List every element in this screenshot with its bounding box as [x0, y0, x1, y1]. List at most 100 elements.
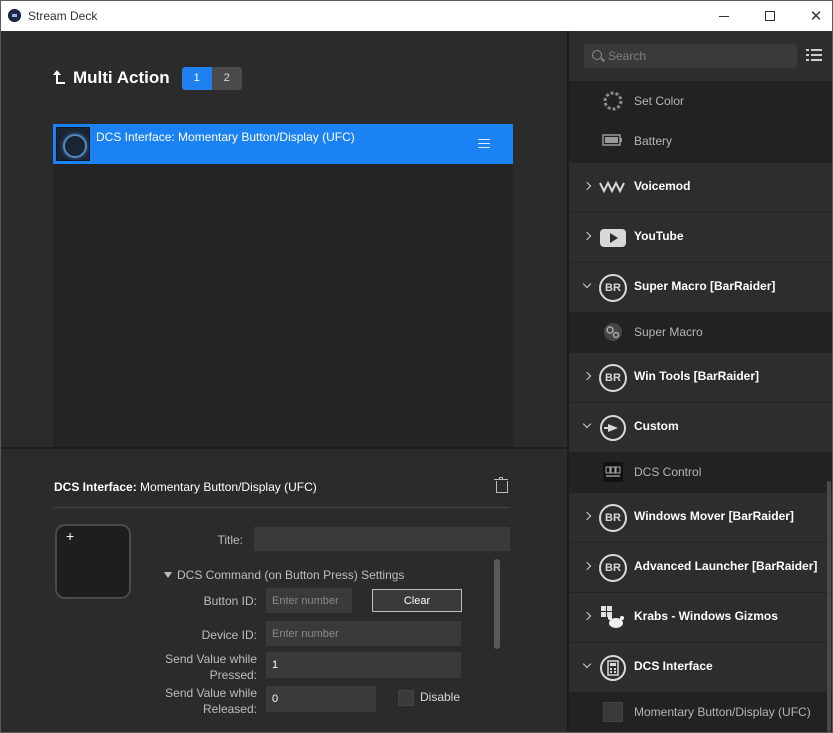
disable-label: Disable	[420, 690, 461, 704]
category-win-tools[interactable]: BR Win Tools [BarRaider]	[569, 352, 832, 402]
tab-1[interactable]: 1	[181, 66, 212, 90]
chevron-down-icon	[582, 419, 592, 429]
action-row-label: DCS Interface: Momentary Button/Display …	[96, 130, 355, 144]
close-button[interactable]: ✕	[793, 1, 832, 31]
window-title: Stream Deck	[28, 9, 98, 23]
search-box[interactable]	[584, 44, 797, 68]
title-bar: Stream Deck ✕	[1, 1, 832, 31]
actions-sidebar: Set Color Battery Voicemod You	[569, 31, 832, 732]
list-item-label: Battery	[634, 134, 673, 148]
inspector-title-action: Momentary Button/Display (UFC)	[140, 480, 317, 494]
category-krabs[interactable]: Krabs - Windows Gizmos	[569, 592, 832, 642]
stream-deck-window: Stream Deck ✕ Multi Action 1 2 DCS Inter…	[0, 0, 833, 733]
category-youtube[interactable]: YouTube	[569, 212, 832, 262]
inspector-title-plugin: DCS Interface:	[54, 480, 137, 494]
voicemod-icon	[599, 180, 625, 194]
category-label: Windows Mover [BarRaider]	[634, 509, 794, 523]
maximize-icon	[765, 11, 775, 21]
pressed-value-label: Send Value while Pressed:	[165, 652, 257, 682]
dcs-command-section-header[interactable]: DCS Command (on Button Press) Settings	[164, 568, 404, 582]
dcs-action-thumbnail-icon	[56, 127, 90, 161]
minimize-button[interactable]	[701, 1, 747, 31]
chevron-right-icon	[582, 181, 592, 191]
inspector-scrollbar-thumb[interactable]	[494, 559, 500, 649]
drag-handle-icon[interactable]	[478, 139, 490, 148]
list-item-label: DCS Control	[634, 465, 702, 479]
trash-icon[interactable]	[494, 477, 508, 493]
sidebar-scrollbar[interactable]	[827, 481, 831, 732]
category-voicemod[interactable]: Voicemod	[569, 162, 832, 212]
category-advanced-launcher[interactable]: BR Advanced Launcher [BarRaider]	[569, 542, 832, 592]
button-id-input[interactable]	[266, 588, 352, 613]
category-label: Krabs - Windows Gizmos	[634, 609, 778, 623]
device-id-input[interactable]	[266, 621, 461, 646]
close-icon: ✕	[809, 7, 823, 25]
list-item-label: Set Color	[634, 94, 685, 108]
custom-plugin-icon	[600, 415, 626, 441]
color-wheel-icon	[603, 91, 623, 111]
list-item[interactable]: Battery	[569, 121, 832, 162]
search-input[interactable]	[608, 48, 788, 64]
category-windows-mover[interactable]: BR Windows Mover [BarRaider]	[569, 492, 832, 542]
list-item-label: Momentary Button/Display (UFC)	[634, 705, 811, 719]
calculator-icon	[600, 655, 626, 681]
chevron-right-icon	[582, 511, 592, 521]
chevron-right-icon	[582, 231, 592, 241]
list-item[interactable]: DCS Control	[569, 452, 832, 492]
chevron-right-icon	[582, 611, 592, 621]
inspector-divider	[54, 507, 510, 508]
category-label: Custom	[634, 419, 679, 433]
title-label: Title:	[217, 533, 243, 547]
key-image-preview[interactable]: +	[55, 524, 131, 599]
multi-action-tabs: 1 2	[181, 66, 242, 90]
title-input[interactable]	[254, 527, 510, 551]
list-item-label: Super Macro	[634, 325, 703, 339]
category-label: YouTube	[634, 229, 684, 243]
category-label: Win Tools [BarRaider]	[634, 369, 760, 383]
krabs-icon	[601, 606, 624, 628]
clear-button[interactable]: Clear	[372, 589, 462, 612]
button-id-label: Button ID:	[203, 594, 257, 608]
tab-2[interactable]: 2	[211, 66, 242, 90]
blank-key-icon	[603, 702, 623, 722]
list-item[interactable]: Set Color	[569, 81, 832, 121]
add-image-icon: +	[66, 528, 75, 544]
multi-action-editor: Multi Action 1 2 DCS Interface: Momentar…	[1, 31, 567, 732]
disable-checkbox[interactable]	[398, 690, 414, 706]
category-custom[interactable]: Custom	[569, 402, 832, 452]
list-view-icon[interactable]	[806, 49, 822, 62]
released-value-input[interactable]	[266, 686, 376, 712]
gears-icon	[604, 323, 622, 341]
barraider-icon: BR	[599, 364, 627, 392]
back-arrow-icon[interactable]	[53, 69, 67, 87]
released-value-label: Send Value while Released:	[165, 686, 257, 716]
list-item[interactable]: Momentary Button/Display (UFC)	[569, 692, 832, 732]
battery-icon	[602, 134, 622, 146]
search-icon	[592, 50, 602, 60]
inspector-title: DCS Interface: Momentary Button/Display …	[54, 480, 317, 494]
page-title: Multi Action	[73, 68, 170, 87]
maximize-button[interactable]	[747, 1, 793, 31]
barraider-icon: BR	[599, 504, 627, 532]
category-label: DCS Interface	[634, 659, 713, 673]
chevron-down-icon	[582, 659, 592, 669]
youtube-icon	[600, 229, 626, 247]
multi-action-header: Multi Action 1 2	[53, 66, 242, 90]
action-row[interactable]: DCS Interface: Momentary Button/Display …	[53, 124, 513, 164]
category-dcs-interface[interactable]: DCS Interface	[569, 642, 832, 692]
list-item[interactable]: Super Macro	[569, 312, 832, 352]
section-header-label: DCS Command (on Button Press) Settings	[177, 568, 405, 582]
chevron-right-icon	[582, 561, 592, 571]
action-list: DCS Interface: Momentary Button/Display …	[53, 124, 513, 447]
category-label: Advanced Launcher [BarRaider]	[634, 559, 818, 573]
category-label: Voicemod	[634, 179, 691, 193]
chevron-down-icon	[582, 279, 592, 289]
barraider-icon: BR	[599, 554, 627, 582]
category-super-macro[interactable]: BR Super Macro [BarRaider]	[569, 262, 832, 312]
chevron-right-icon	[582, 371, 592, 381]
dcs-logo-icon	[603, 462, 623, 482]
stream-deck-app-icon	[8, 9, 21, 22]
pressed-value-input[interactable]	[266, 652, 461, 678]
category-label: Super Macro [BarRaider]	[634, 279, 776, 293]
barraider-icon: BR	[599, 274, 627, 302]
